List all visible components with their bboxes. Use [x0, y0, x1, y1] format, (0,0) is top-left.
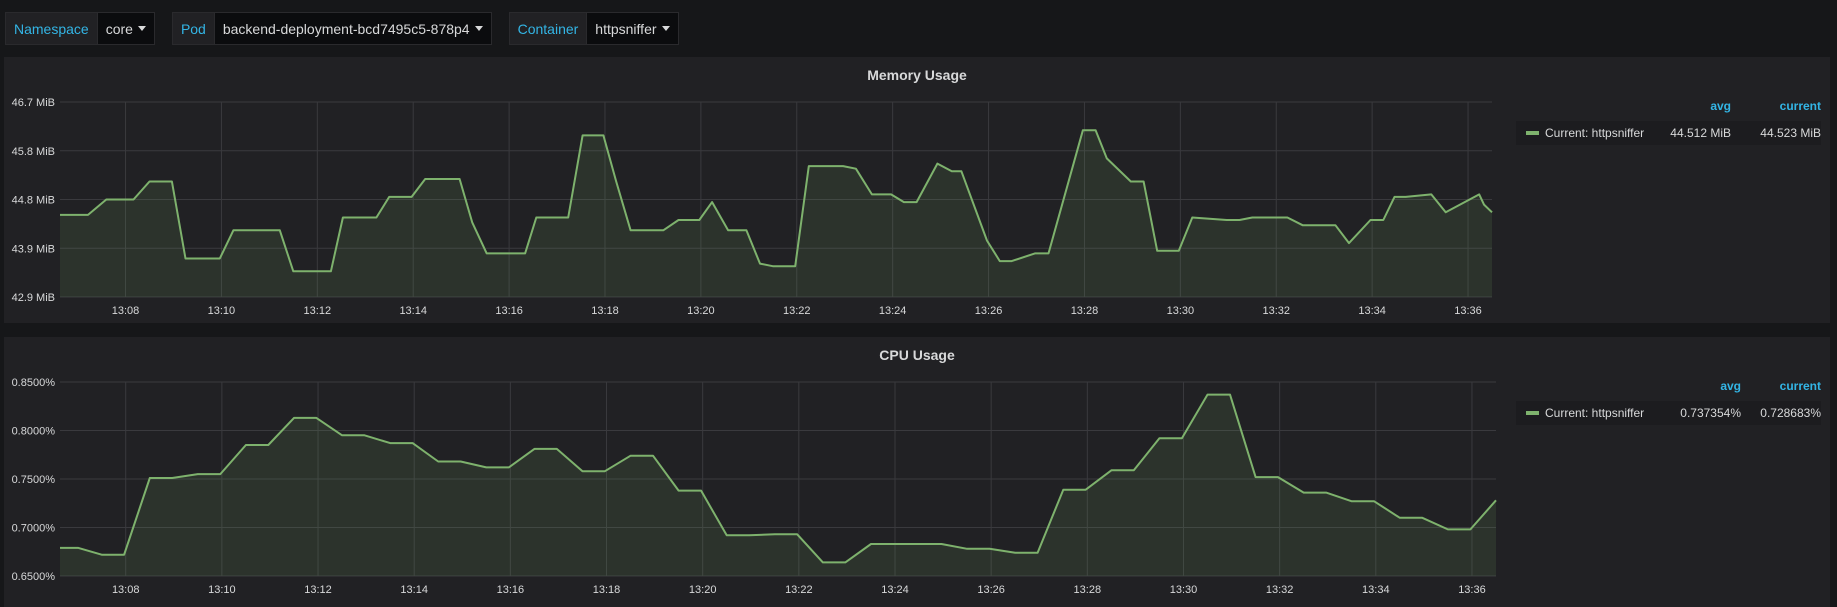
x-tick-label: 13:08 — [112, 305, 140, 317]
y-tick-label: 0.8500% — [12, 377, 56, 389]
series-area — [60, 130, 1492, 297]
container-value: httpsniffer — [595, 20, 657, 37]
legend-series-name: Current: httpsniffer — [1545, 406, 1645, 420]
series-swatch — [1526, 131, 1539, 135]
variable-bar: Namespace core Pod backend-deployment-bc… — [5, 12, 696, 45]
y-tick-label: 44.8 MiB — [12, 195, 55, 207]
x-tick-label: 13:20 — [689, 584, 717, 596]
namespace-variable: Namespace core — [5, 12, 155, 45]
legend-avg-header[interactable]: avg — [1666, 379, 1741, 395]
x-tick-label: 13:36 — [1454, 305, 1482, 317]
y-tick-label: 0.8000% — [12, 426, 56, 438]
x-tick-label: 13:16 — [497, 584, 525, 596]
x-tick-label: 13:10 — [208, 305, 236, 317]
x-tick-label: 13:36 — [1458, 584, 1486, 596]
x-tick-label: 13:30 — [1170, 584, 1198, 596]
y-tick-label: 45.8 MiB — [12, 146, 55, 158]
x-tick-label: 13:26 — [977, 584, 1005, 596]
legend-series-name: Current: httpsniffer — [1545, 126, 1645, 140]
x-tick-label: 13:12 — [304, 584, 332, 596]
legend-current-header[interactable]: current — [1741, 379, 1821, 395]
y-tick-label: 46.7 MiB — [12, 97, 55, 109]
x-tick-label: 13:18 — [593, 584, 621, 596]
caret-down-icon — [137, 26, 146, 31]
pod-value: backend-deployment-bcd7495c5-878p4 — [222, 20, 470, 37]
x-tick-label: 13:34 — [1358, 305, 1386, 317]
x-tick-label: 13:30 — [1167, 305, 1195, 317]
series-swatch — [1526, 411, 1539, 415]
namespace-value: core — [105, 20, 133, 37]
legend-current-value: 44.523 MiB — [1760, 126, 1821, 140]
x-tick-label: 13:12 — [304, 305, 332, 317]
x-tick-label: 13:20 — [687, 305, 715, 317]
x-tick-label: 13:08 — [112, 584, 140, 596]
x-tick-label: 13:22 — [783, 305, 811, 317]
cpu-usage-panel: CPU Usage 0.6500% 0.7000% 0.7500% 0.8000% 0.… — [4, 337, 1830, 607]
caret-down-icon — [474, 26, 483, 31]
x-tick-label: 13:14 — [400, 584, 428, 596]
memory-usage-panel: Memory Usage 42.9 MiB 43.9 MiB 44.8 MiB 45.… — [4, 57, 1830, 323]
y-tick-label: 0.7500% — [12, 474, 56, 486]
container-dropdown[interactable]: httpsniffer — [587, 12, 679, 45]
x-tick-label: 13:28 — [1074, 584, 1102, 596]
x-tick-label: 13:10 — [208, 584, 236, 596]
legend-current-header[interactable]: current — [1731, 99, 1821, 115]
legend-avg-value: 44.512 MiB — [1670, 126, 1731, 140]
x-tick-label: 13:14 — [399, 305, 427, 317]
series-area — [60, 394, 1496, 576]
x-tick-label: 13:16 — [495, 305, 523, 317]
legend: avg current Current: httpsniffer 0.73735… — [1516, 379, 1821, 425]
pod-variable: Pod backend-deployment-bcd7495c5-878p4 — [171, 12, 492, 45]
legend-avg-value: 0.737354% — [1680, 406, 1741, 420]
legend-header: avg current — [1516, 379, 1821, 395]
legend-item[interactable]: Current: httpsniffer 0.737354% 0.728683% — [1516, 401, 1821, 425]
legend: avg current Current: httpsniffer 44.512 … — [1516, 99, 1821, 145]
x-tick-label: 13:24 — [881, 584, 909, 596]
x-tick-label: 13:34 — [1362, 584, 1390, 596]
x-tick-label: 13:22 — [785, 584, 813, 596]
x-tick-label: 13:32 — [1266, 584, 1294, 596]
legend-current-value: 0.728683% — [1760, 406, 1821, 420]
caret-down-icon — [661, 26, 670, 31]
cpu-usage-chart[interactable]: 0.6500% 0.7000% 0.7500% 0.8000% 0.8500% 13:08… — [4, 337, 1516, 607]
x-tick-label: 13:26 — [975, 305, 1003, 317]
y-tick-label: 42.9 MiB — [12, 292, 55, 304]
y-tick-label: 0.6500% — [12, 571, 56, 583]
pod-label: Pod — [171, 12, 215, 45]
y-tick-label: 0.7000% — [12, 523, 56, 535]
x-tick-label: 13:28 — [1071, 305, 1099, 317]
memory-usage-chart[interactable]: 42.9 MiB 43.9 MiB 44.8 MiB 45.8 MiB 46.7 MiB… — [4, 57, 1516, 323]
namespace-dropdown[interactable]: core — [97, 12, 155, 45]
namespace-label: Namespace — [5, 12, 98, 45]
container-label: Container — [508, 12, 588, 45]
legend-avg-header[interactable]: avg — [1656, 99, 1731, 115]
y-tick-label: 43.9 MiB — [12, 243, 55, 255]
x-tick-label: 13:18 — [591, 305, 619, 317]
legend-header: avg current — [1516, 99, 1821, 115]
x-tick-label: 13:32 — [1262, 305, 1290, 317]
x-tick-label: 13:24 — [879, 305, 907, 317]
pod-dropdown[interactable]: backend-deployment-bcd7495c5-878p4 — [214, 12, 492, 45]
container-variable: Container httpsniffer — [508, 12, 679, 45]
legend-item[interactable]: Current: httpsniffer 44.512 MiB 44.523 M… — [1516, 121, 1821, 145]
